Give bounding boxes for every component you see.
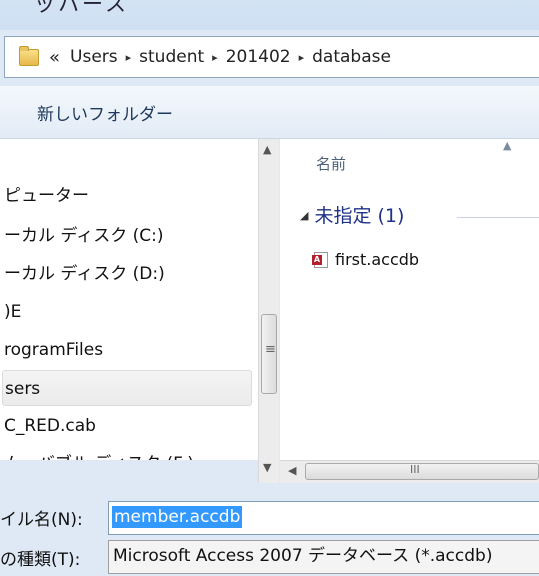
file-list-pane: 名前 ▲ ◢ 未指定 (1) first.accdb (280, 139, 539, 483)
breadcrumb-201402[interactable]: 201402 (226, 47, 291, 67)
nav-item-programfiles[interactable]: rogramFiles (4, 332, 258, 368)
file-item-first-accdb[interactable]: first.accdb (312, 250, 420, 269)
nav-item-c-red-cab[interactable]: C_RED.cab (4, 408, 258, 444)
breadcrumb-database[interactable]: database (312, 47, 391, 67)
breadcrumb-separator-icon[interactable]: ▸ (299, 51, 305, 64)
grip-icon: ≡ (265, 342, 276, 357)
breadcrumb-separator-icon[interactable]: ▸ (212, 51, 218, 64)
nav-scroll-thumb[interactable]: ≡ (261, 314, 277, 394)
save-form: イル名(N): member.accdb の種類(T): Microsoft A… (0, 483, 539, 576)
toolbar: 新しいフォルダー (0, 86, 539, 139)
overflow-chevron-button[interactable]: « (49, 47, 60, 68)
nav-item-local-disk-d[interactable]: ーカル ディスク (D:) (4, 256, 258, 292)
address-bar[interactable]: « Users ▸ student ▸ 201402 ▸ database (4, 36, 539, 78)
group-header-unspecified[interactable]: ◢ 未指定 (1) (300, 201, 404, 228)
filetype-select[interactable]: Microsoft Access 2007 データベース (*.accdb) (108, 540, 539, 574)
filename-label: イル名(N): (0, 510, 83, 530)
nav-item-local-disk-c[interactable]: ーカル ディスク (C:) (4, 218, 258, 254)
filetype-label: の種類(T): (0, 550, 81, 570)
window-title: ッハース (34, 0, 129, 16)
access-db-icon (312, 251, 328, 268)
group-label: 未指定 (1) (314, 205, 405, 227)
navigation-pane: ピューター ーカル ディスク (C:) ーカル ディスク (D:) )E rog… (0, 139, 258, 460)
new-folder-button[interactable]: 新しいフォルダー (37, 100, 173, 125)
window-title-bar: ッハース (0, 0, 539, 30)
file-list-horizontal-scrollbar[interactable]: ◀ III (280, 460, 539, 483)
nav-item-users[interactable]: sers (2, 370, 252, 406)
scroll-up-icon[interactable]: ▲ (263, 143, 271, 156)
nav-item-computer[interactable]: ピューター (4, 178, 258, 214)
filename-value: member.accdb (112, 506, 243, 528)
horizontal-scroll-thumb[interactable]: III (305, 463, 539, 480)
scroll-down-icon[interactable]: ▼ (263, 461, 271, 474)
sort-ascending-icon: ▲ (503, 139, 512, 152)
breadcrumb-users[interactable]: Users (70, 47, 118, 67)
scroll-left-icon[interactable]: ◀ (288, 464, 296, 477)
breadcrumb-student[interactable]: student (139, 47, 204, 67)
group-divider (457, 217, 539, 218)
collapse-triangle-icon[interactable]: ◢ (300, 209, 308, 222)
filename-input[interactable]: member.accdb (108, 501, 539, 535)
grip-icon: III (410, 463, 420, 476)
nav-item-de[interactable]: )E (4, 294, 258, 330)
breadcrumb-separator-icon[interactable]: ▸ (126, 51, 132, 64)
column-header-name[interactable]: 名前 (316, 153, 346, 174)
folder-icon (19, 45, 39, 66)
nav-item-removable-disk-f[interactable]: ムーバブル ディスク (F:) (4, 446, 258, 460)
file-name: first.accdb (335, 250, 420, 269)
nav-vertical-scrollbar[interactable]: ▲ ≡ ▼ (258, 139, 279, 483)
